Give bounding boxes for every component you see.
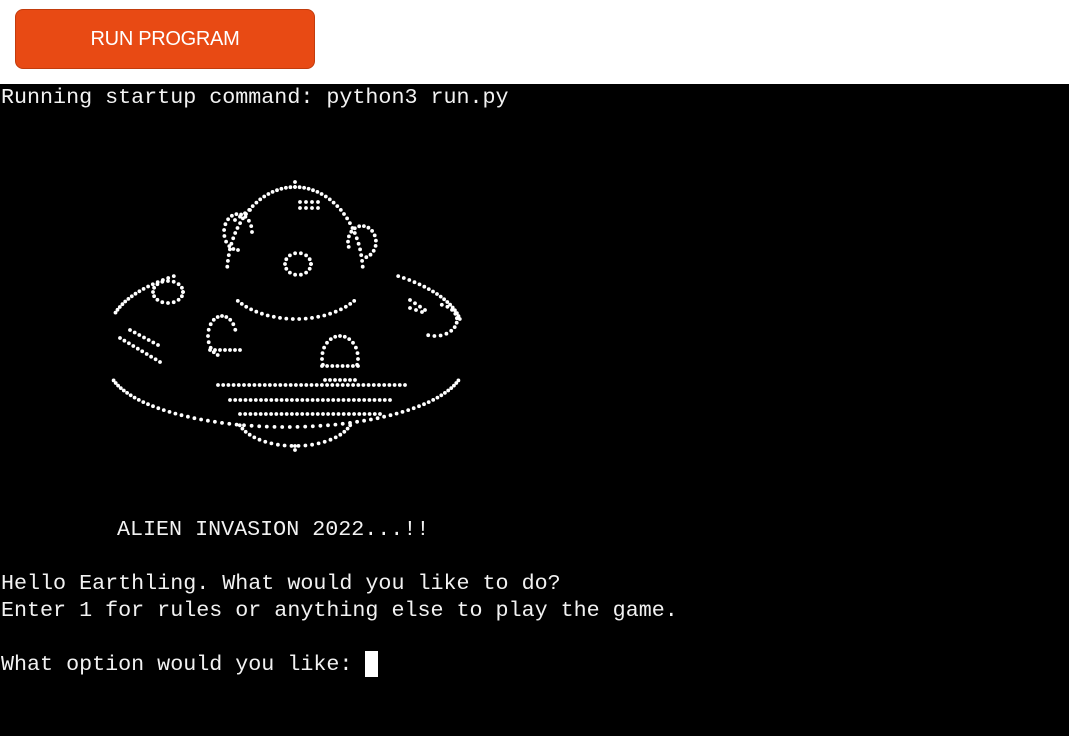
- startup-command-line: Running startup command: python3 run.py: [1, 85, 509, 110]
- input-prompt-row[interactable]: What option would you like:: [1, 651, 379, 678]
- ufo-art-icon: [111, 180, 462, 452]
- text-cursor[interactable]: [365, 651, 379, 677]
- terminal-window[interactable]: Running startup command: python3 run.py …: [0, 84, 1069, 736]
- game-title: ALIEN INVASION 2022...!!: [117, 517, 430, 542]
- greeting-line: Hello Earthling. What would you like to …: [1, 571, 561, 596]
- prompt-text: What option would you like:: [1, 652, 366, 677]
- header-bar: RUN PROGRAM: [0, 0, 1069, 84]
- run-program-button[interactable]: RUN PROGRAM: [15, 9, 315, 69]
- instruction-line: Enter 1 for rules or anything else to pl…: [1, 598, 678, 623]
